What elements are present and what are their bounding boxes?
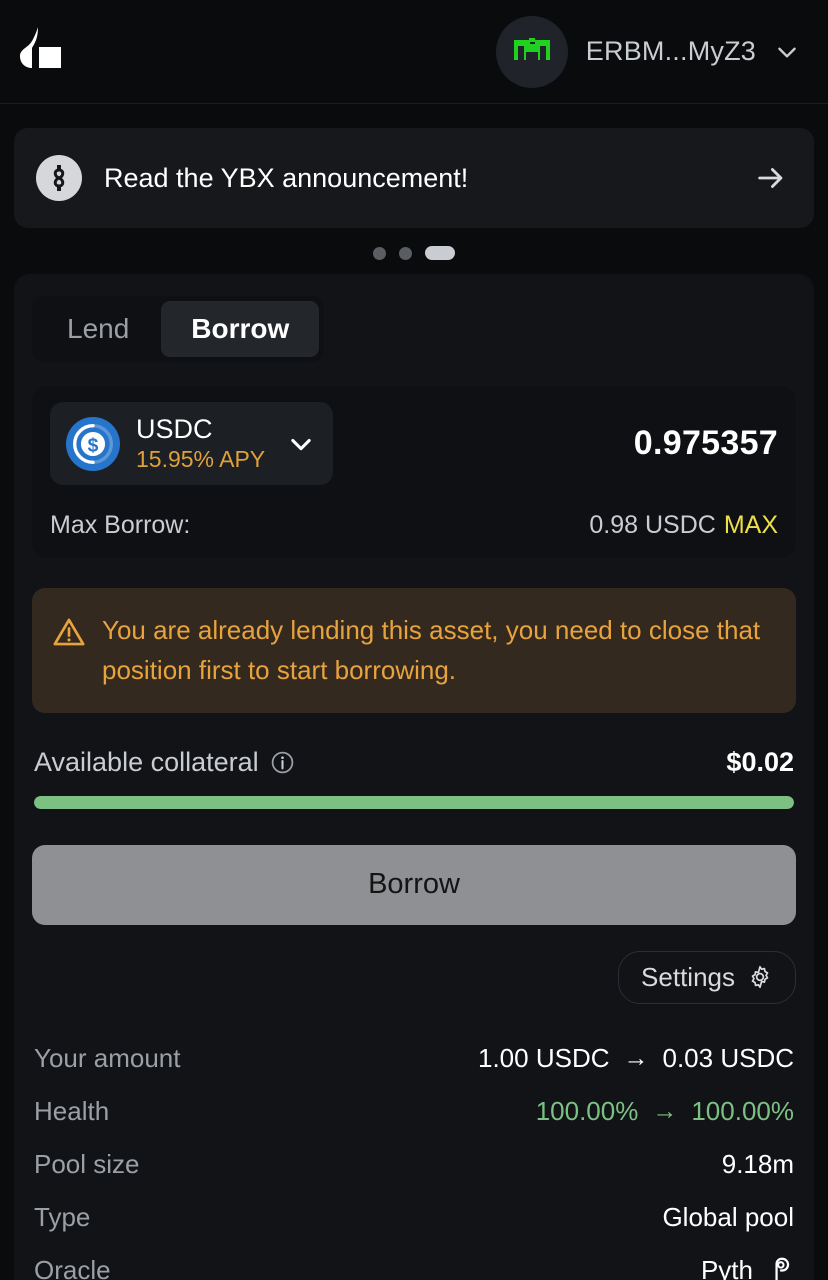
carousel-dot-2[interactable] bbox=[399, 246, 412, 260]
collateral-label: Available collateral bbox=[34, 746, 259, 777]
yeti-brand-logo bbox=[20, 26, 61, 68]
svg-text:$: $ bbox=[88, 435, 99, 456]
chevron-down-icon[interactable] bbox=[287, 430, 315, 458]
yieldbasis-glyph bbox=[53, 165, 65, 191]
warning-triangle-icon bbox=[53, 618, 85, 646]
your-amount-from: 1.00 USDC bbox=[478, 1042, 610, 1073]
detail-label-oracle: Oracle bbox=[34, 1254, 111, 1280]
collateral-progress-fill bbox=[34, 795, 794, 809]
table-row: Type Global pool bbox=[32, 1191, 796, 1244]
usdc-token-icon: $ bbox=[66, 416, 120, 471]
lend-borrow-tabs: Lend Borrow bbox=[32, 296, 325, 362]
settings-button[interactable]: Settings bbox=[618, 950, 796, 1004]
yieldbasis-circle-icon bbox=[36, 155, 82, 201]
detail-label-your-amount: Your amount bbox=[34, 1042, 181, 1073]
main-card-wrap: Lend Borrow $ USDC 15.95% APY 0.975357 M… bbox=[0, 274, 828, 1280]
details-list: Your amount 1.00 USDC → 0.03 USDC Health… bbox=[32, 1032, 796, 1280]
carousel-dot-1[interactable] bbox=[373, 246, 386, 260]
table-row: Health 100.00% → 100.00% bbox=[32, 1085, 796, 1138]
collateral-row: Available collateral $0.02 bbox=[34, 747, 794, 778]
amount-input-panel: $ USDC 15.95% APY 0.975357 Max Borrow: 0… bbox=[32, 386, 796, 559]
carousel-dots bbox=[14, 228, 814, 274]
oracle-name: Pyth bbox=[700, 1254, 753, 1280]
max-borrow-right: 0.98 USDC MAX bbox=[589, 511, 778, 540]
lend-borrow-card: Lend Borrow $ USDC 15.95% APY 0.975357 M… bbox=[14, 274, 814, 1280]
tab-borrow[interactable]: Borrow bbox=[161, 301, 320, 357]
banner-section: Read the YBX announcement! bbox=[0, 104, 828, 274]
max-button[interactable]: MAX bbox=[724, 511, 778, 539]
detail-value-oracle: Pyth bbox=[701, 1255, 794, 1280]
asset-symbol: USDC bbox=[136, 414, 213, 444]
detail-value-pool-size: 9.18m bbox=[721, 1148, 794, 1179]
asset-apy: 15.95% APY bbox=[136, 445, 266, 472]
avatar bbox=[495, 15, 568, 88]
health-to: 100.00% bbox=[691, 1095, 794, 1126]
detail-value-health: 100.00% → 100.00% bbox=[536, 1096, 794, 1127]
max-borrow-label: Max Borrow: bbox=[50, 511, 191, 540]
health-from: 100.00% bbox=[535, 1095, 639, 1126]
amount-input[interactable]: 0.975357 bbox=[634, 424, 778, 463]
collateral-value: $0.02 bbox=[726, 746, 794, 777]
collateral-progress-track bbox=[34, 795, 794, 809]
arrow-right-icon: → bbox=[652, 1096, 678, 1125]
banner-text: Read the YBX announcement! bbox=[104, 162, 469, 193]
carousel-dot-3-active[interactable] bbox=[425, 246, 455, 260]
table-row: Your amount 1.00 USDC → 0.03 USDC bbox=[32, 1032, 796, 1085]
detail-label-health: Health bbox=[34, 1095, 110, 1126]
detail-label-type: Type bbox=[34, 1201, 91, 1232]
max-borrow-row: Max Borrow: 0.98 USDC MAX bbox=[50, 511, 778, 540]
app-root: ERBM...MyZ3 Read the YBX announcement! L… bbox=[0, 0, 828, 1280]
wallet-address: ERBM...MyZ3 bbox=[585, 36, 756, 66]
info-circle-icon[interactable] bbox=[270, 750, 295, 775]
detail-value-your-amount: 1.00 USDC → 0.03 USDC bbox=[478, 1043, 794, 1074]
detail-value-type: Global pool bbox=[662, 1201, 794, 1232]
announcement-banner[interactable]: Read the YBX announcement! bbox=[14, 128, 814, 228]
settings-row: Settings bbox=[32, 950, 796, 1004]
wallet-button[interactable]: ERBM...MyZ3 bbox=[495, 15, 800, 88]
pyth-logo-icon bbox=[775, 1257, 790, 1280]
table-row: Oracle Pyth bbox=[32, 1244, 796, 1280]
available-collateral-section: Available collateral $0.02 bbox=[32, 747, 796, 809]
top-bar: ERBM...MyZ3 bbox=[0, 0, 828, 104]
warning-text: You are already lending this asset, you … bbox=[102, 615, 761, 686]
collateral-label-group: Available collateral bbox=[34, 747, 295, 778]
your-amount-to: 0.03 USDC bbox=[662, 1042, 795, 1073]
table-row: Pool size 9.18m bbox=[32, 1138, 796, 1191]
gear-icon bbox=[751, 966, 769, 989]
arrow-right-icon[interactable] bbox=[754, 161, 788, 195]
warning-banner: You are already lending this asset, you … bbox=[32, 588, 796, 713]
wallet-blockie-avatar bbox=[513, 37, 550, 60]
settings-label: Settings bbox=[641, 961, 735, 992]
asset-amount-row: $ USDC 15.95% APY 0.975357 bbox=[50, 402, 778, 486]
tab-lend[interactable]: Lend bbox=[37, 301, 159, 357]
asset-meta: USDC 15.95% APY bbox=[136, 414, 266, 472]
max-borrow-value: 0.98 USDC bbox=[589, 511, 716, 540]
chevron-down-icon[interactable] bbox=[774, 39, 800, 65]
detail-label-pool-size: Pool size bbox=[34, 1148, 140, 1179]
asset-selector[interactable]: $ USDC 15.95% APY bbox=[50, 402, 334, 486]
arrow-right-icon: → bbox=[623, 1043, 649, 1072]
brand-logo[interactable] bbox=[14, 24, 70, 80]
borrow-button[interactable]: Borrow bbox=[32, 844, 796, 925]
